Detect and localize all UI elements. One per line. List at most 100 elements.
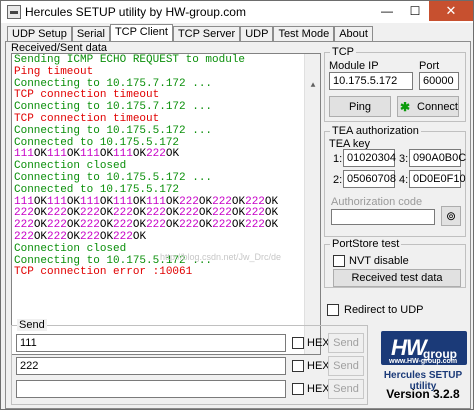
tab-tcp-server[interactable]: TCP Server — [172, 26, 241, 41]
log-segment: OK — [66, 195, 81, 208]
key-lock-button[interactable]: ⊚ — [441, 206, 461, 226]
received-test-data-button[interactable]: Received test data — [333, 269, 461, 287]
module-ip-input[interactable]: 10.175.5.172 — [329, 72, 413, 90]
watermark-text: http://blog.csdn.net/Jw_Drc/de — [160, 252, 282, 262]
hex-label-2: HEX — [307, 360, 330, 372]
log-segment: OK — [33, 148, 48, 161]
send-button-1[interactable]: Send — [328, 333, 364, 353]
hex-checkbox-3[interactable] — [292, 383, 304, 395]
log-segment: 222 — [14, 219, 34, 232]
log-segment: 222 — [113, 230, 133, 243]
log-segment: OK — [231, 219, 246, 232]
log-segment: Connected to 10.175.5.172 — [14, 136, 180, 149]
log-segment: OK — [264, 219, 279, 232]
log-segment: 222 — [245, 207, 265, 220]
app-window: Hercules SETUP utility by HW-group.com —… — [0, 0, 474, 410]
log-segment: OK — [264, 195, 279, 208]
nvt-disable-label: NVT disable — [349, 255, 409, 267]
log-segment: OK — [132, 148, 147, 161]
scroll-up-icon[interactable]: ▲ — [305, 78, 320, 94]
log-segment: OK — [165, 207, 180, 220]
portstore-group: PortStore test NVT disable Received test… — [324, 238, 466, 288]
received-data-log[interactable]: Sending ICMP ECHO REQUEST to module Ping … — [11, 53, 321, 355]
log-segment: OK — [132, 230, 147, 243]
tea-group: TEA authorization TEA key 1: 01020304 3:… — [324, 125, 466, 237]
tab-udp-setup[interactable]: UDP Setup — [7, 26, 72, 41]
send-input-3[interactable] — [16, 380, 286, 398]
log-segment: OK — [66, 207, 81, 220]
tab-about[interactable]: About — [334, 26, 373, 41]
log-segment: 222 — [14, 207, 34, 220]
connect-button[interactable]: ✱ Connect — [397, 96, 459, 117]
tea-group-label: TEA authorization — [330, 125, 421, 137]
log-segment: Connected to 10.175.5.172 — [14, 183, 180, 196]
send-input-2[interactable]: 222 — [16, 357, 286, 375]
log-segment: 222 — [47, 230, 67, 243]
log-segment: OK — [33, 219, 48, 232]
tab-serial[interactable]: Serial — [71, 26, 110, 41]
log-segment: OK — [66, 219, 81, 232]
nvt-disable-checkbox[interactable] — [333, 255, 345, 267]
portstore-group-label: PortStore test — [330, 238, 402, 250]
tea-key-3-input[interactable]: 090A0B0C — [409, 149, 466, 167]
tea-key-3-label: 3: — [399, 153, 409, 165]
hex-checkbox-2[interactable] — [292, 360, 304, 372]
authorization-code-input[interactable] — [331, 209, 435, 225]
log-segment: 222 — [14, 230, 34, 243]
tcp-group: TCP Module IP 10.175.5.172 Port 60000 Pi… — [324, 46, 466, 122]
tab-test-mode[interactable]: Test Mode — [273, 26, 335, 41]
log-segment: Connecting to 10.175.5.172 ... — [14, 171, 213, 184]
log-segment: 222 — [113, 207, 133, 220]
log-segment: Connecting to 10.175.7.172 ... — [14, 101, 213, 114]
close-button[interactable]: ✕ — [429, 1, 473, 21]
hw-group-logo: HW group www.HW-group.com Hercules SETUP… — [375, 327, 471, 407]
tab-udp[interactable]: UDP — [240, 26, 274, 41]
log-segment: TCP connection error :10061 — [14, 266, 193, 279]
maximize-button[interactable]: ☐ — [401, 1, 429, 21]
tea-key-4-input[interactable]: 0D0E0F10 — [409, 170, 466, 188]
hex-label-3: HEX — [307, 383, 330, 395]
logo-url-text: www.HW-group.com — [389, 358, 458, 365]
tea-key-1-input[interactable]: 01020304 — [343, 149, 396, 167]
tcp-group-label: TCP — [330, 46, 356, 58]
log-segment: OK — [231, 195, 246, 208]
connect-person-icon: ✱ — [399, 99, 411, 114]
log-segment: 222 — [245, 195, 265, 208]
log-segment: 111 — [47, 195, 67, 208]
redirect-to-udp-checkbox[interactable] — [327, 304, 339, 316]
log-segment: 222 — [179, 195, 199, 208]
tab-tcp-client[interactable]: TCP Client — [109, 24, 173, 41]
version-text: Version 3.2.8 — [386, 387, 460, 401]
log-segment: 111 — [80, 148, 100, 161]
log-segment: Connecting to 10.175.7.172 ... — [14, 77, 213, 90]
minimize-button[interactable]: — — [373, 1, 401, 21]
hex-checkbox-1[interactable] — [292, 337, 304, 349]
port-input[interactable]: 60000 — [419, 72, 459, 90]
send-group: Send 111 HEX Send 222 HEX Send HEX Send — [11, 319, 368, 405]
log-segment: 222 — [80, 219, 100, 232]
authorization-code-label: Authorization code — [331, 196, 423, 208]
log-segment: OK — [99, 219, 114, 232]
log-segment: OK — [66, 148, 81, 161]
log-segment: OK — [165, 219, 180, 232]
port-label: Port — [419, 60, 440, 72]
log-segment: 222 — [245, 219, 265, 232]
send-button-2[interactable]: Send — [328, 356, 364, 376]
title-bar: Hercules SETUP utility by HW-group.com —… — [1, 1, 473, 23]
lock-icon: ⊚ — [445, 209, 457, 223]
log-segment: OK — [231, 207, 246, 220]
log-segment: 222 — [113, 219, 133, 232]
log-segment: 222 — [212, 219, 232, 232]
send-input-1[interactable]: 111 — [16, 334, 286, 352]
log-scrollbar[interactable]: ▲ — [304, 54, 320, 354]
window-title: Hercules SETUP utility by HW-group.com — [25, 5, 246, 19]
log-segment: OK — [99, 207, 114, 220]
log-segment: OK — [264, 207, 279, 220]
send-button-3[interactable]: Send — [328, 379, 364, 399]
ping-button[interactable]: Ping — [329, 96, 391, 117]
tea-key-2-input[interactable]: 05060708 — [343, 170, 396, 188]
log-segment: OK — [198, 219, 213, 232]
log-segment: 222 — [146, 219, 166, 232]
log-segment: 222 — [47, 207, 67, 220]
log-segment: OK — [132, 195, 147, 208]
